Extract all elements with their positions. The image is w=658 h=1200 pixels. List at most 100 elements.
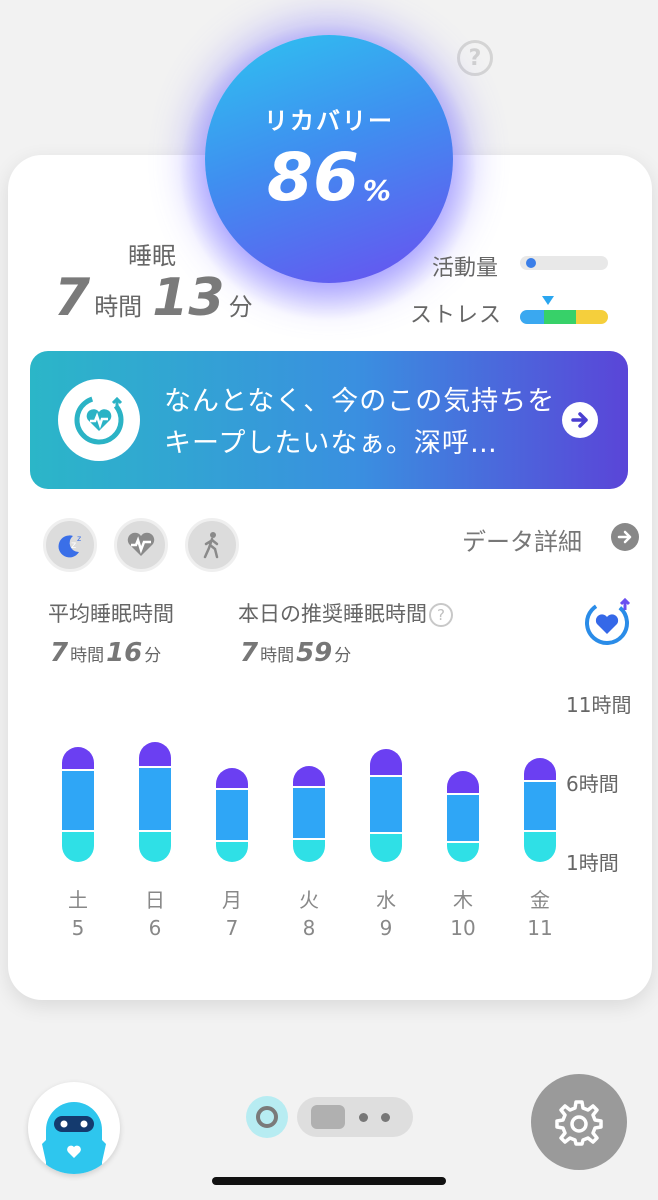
sleep-bar-segment <box>62 832 94 862</box>
activity-label: 活動量 <box>432 256 499 281</box>
y-tick-label: 1時間 <box>566 851 619 875</box>
rec-minutes: 59 <box>296 638 333 668</box>
avg-sleep-label: 平均睡眠時間 <box>48 602 174 626</box>
stress-label: ストレス <box>410 303 503 328</box>
sleep-hours-unit: 時間 <box>94 293 143 321</box>
sleep-bar-segment <box>370 749 402 777</box>
recovery-unit: % <box>362 174 391 207</box>
page-indicator-card <box>311 1105 345 1129</box>
recommended-sleep-value: 7 時間59 分 <box>240 638 353 668</box>
sleep-hours: 7 <box>54 268 91 328</box>
settings-button[interactable] <box>531 1074 627 1170</box>
heart-pulse-upload-icon <box>74 395 124 445</box>
avg-hours-unit: 時間 <box>70 646 105 666</box>
avg-hours: 7 <box>50 638 69 668</box>
data-detail-link[interactable]: データ詳細 <box>462 522 582 557</box>
rec-hours-unit: 時間 <box>260 646 295 666</box>
sleep-bar-segment <box>447 771 479 796</box>
tab-walk[interactable] <box>185 518 239 572</box>
date-label: 5 <box>71 916 85 940</box>
date-label: 11 <box>527 916 553 940</box>
recovery-label: リカバリー <box>264 107 394 135</box>
date-label: 9 <box>379 916 393 940</box>
recovery-value: 86% <box>267 139 391 216</box>
avg-sleep-value: 7 時間16 分 <box>50 638 163 668</box>
sleep-bar-segment <box>370 776 402 835</box>
moon-zz-icon: z z <box>58 534 81 558</box>
tab-heart[interactable] <box>114 518 168 572</box>
page-indicator-ring[interactable] <box>246 1096 288 1138</box>
sleep-bar-segment <box>216 789 248 842</box>
y-tick-label: 6時間 <box>566 772 619 796</box>
page-dot <box>381 1113 390 1122</box>
sleep-bar-segment <box>524 782 556 833</box>
day-label: 木 <box>453 888 473 912</box>
sleep-bar[interactable] <box>216 767 248 862</box>
sleep-bar[interactable] <box>62 747 94 862</box>
sleep-bar[interactable] <box>139 741 171 862</box>
mascot-avatar-icon <box>42 1102 106 1174</box>
rec-minutes-unit: 分 <box>334 646 352 666</box>
gear-icon <box>555 1100 603 1146</box>
stress-marker <box>542 296 554 305</box>
sleep-bar-segment <box>139 767 171 833</box>
sleep-bar-segment <box>216 767 248 790</box>
data-detail-arrow[interactable] <box>611 523 639 551</box>
sleep-bar-segment <box>62 747 94 772</box>
recovery-circle[interactable]: リカバリー 86% <box>205 35 453 283</box>
rec-hours: 7 <box>240 638 259 668</box>
sleep-bar-segment <box>139 741 171 768</box>
sleep-minutes: 13 <box>152 268 225 328</box>
tab-sleep[interactable]: z z <box>43 518 97 572</box>
stress-segment <box>544 310 576 324</box>
sleep-bar[interactable] <box>524 758 556 862</box>
banner-arrow-button[interactable] <box>562 402 598 438</box>
sleep-bar-segment <box>524 758 556 783</box>
svg-text:z: z <box>77 534 81 543</box>
sleep-title: 睡眠 <box>128 242 176 270</box>
heart-upload-icon[interactable] <box>582 596 632 646</box>
arrow-right-icon <box>571 412 588 428</box>
stress-segment <box>520 310 544 324</box>
recommended-sleep-label: 本日の推奨睡眠時間? <box>238 598 453 628</box>
date-label: 10 <box>450 916 476 940</box>
sleep-bar-segment <box>447 843 479 862</box>
sleep-bar-segment <box>293 765 325 788</box>
day-label: 日 <box>145 888 165 912</box>
sleep-minutes-unit: 分 <box>228 293 253 321</box>
day-label: 火 <box>299 888 319 912</box>
banner-message: なんとなく、今のこの気持ちをキープしたいなぁ。深呼… <box>164 386 556 459</box>
sleep-bar-segment <box>293 788 325 840</box>
date-label: 6 <box>148 916 162 940</box>
sleep-bar-segment <box>524 832 556 862</box>
day-label: 月 <box>222 888 242 912</box>
sleep-bar-segment <box>447 795 479 844</box>
recommended-label-text: 本日の推奨睡眠時間 <box>238 602 427 626</box>
stress-bar <box>520 310 608 324</box>
sleep-bar-segment <box>216 841 248 862</box>
walking-person-icon <box>203 532 219 559</box>
stress-segment <box>576 310 608 324</box>
date-label: 8 <box>302 916 316 940</box>
svg-text:z: z <box>71 540 76 551</box>
sleep-duration: 7 時間 13 分 <box>54 268 263 328</box>
page-indicator[interactable] <box>297 1097 413 1137</box>
sleep-bar[interactable] <box>293 765 325 862</box>
message-banner[interactable]: なんとなく、今のこの気持ちをキープしたいなぁ。深呼… <box>30 351 628 489</box>
mascot-avatar[interactable] <box>28 1082 120 1174</box>
home-indicator <box>212 1177 446 1185</box>
day-label: 水 <box>376 888 396 912</box>
heart-pulse-icon <box>127 532 155 556</box>
sleep-bar-segment <box>370 834 402 862</box>
page-dot <box>359 1113 368 1122</box>
sleep-bar-segment <box>62 771 94 833</box>
day-label: 金 <box>530 888 550 912</box>
arrow-right-icon <box>617 530 632 544</box>
sleep-bar-segment <box>293 839 325 862</box>
help-small-icon[interactable]: ? <box>429 603 453 627</box>
sleep-bar[interactable] <box>370 749 402 862</box>
sleep-bar[interactable] <box>447 771 479 862</box>
help-icon[interactable]: ? <box>457 40 493 76</box>
banner-icon-wrap <box>58 379 140 461</box>
ring-icon <box>256 1106 278 1128</box>
